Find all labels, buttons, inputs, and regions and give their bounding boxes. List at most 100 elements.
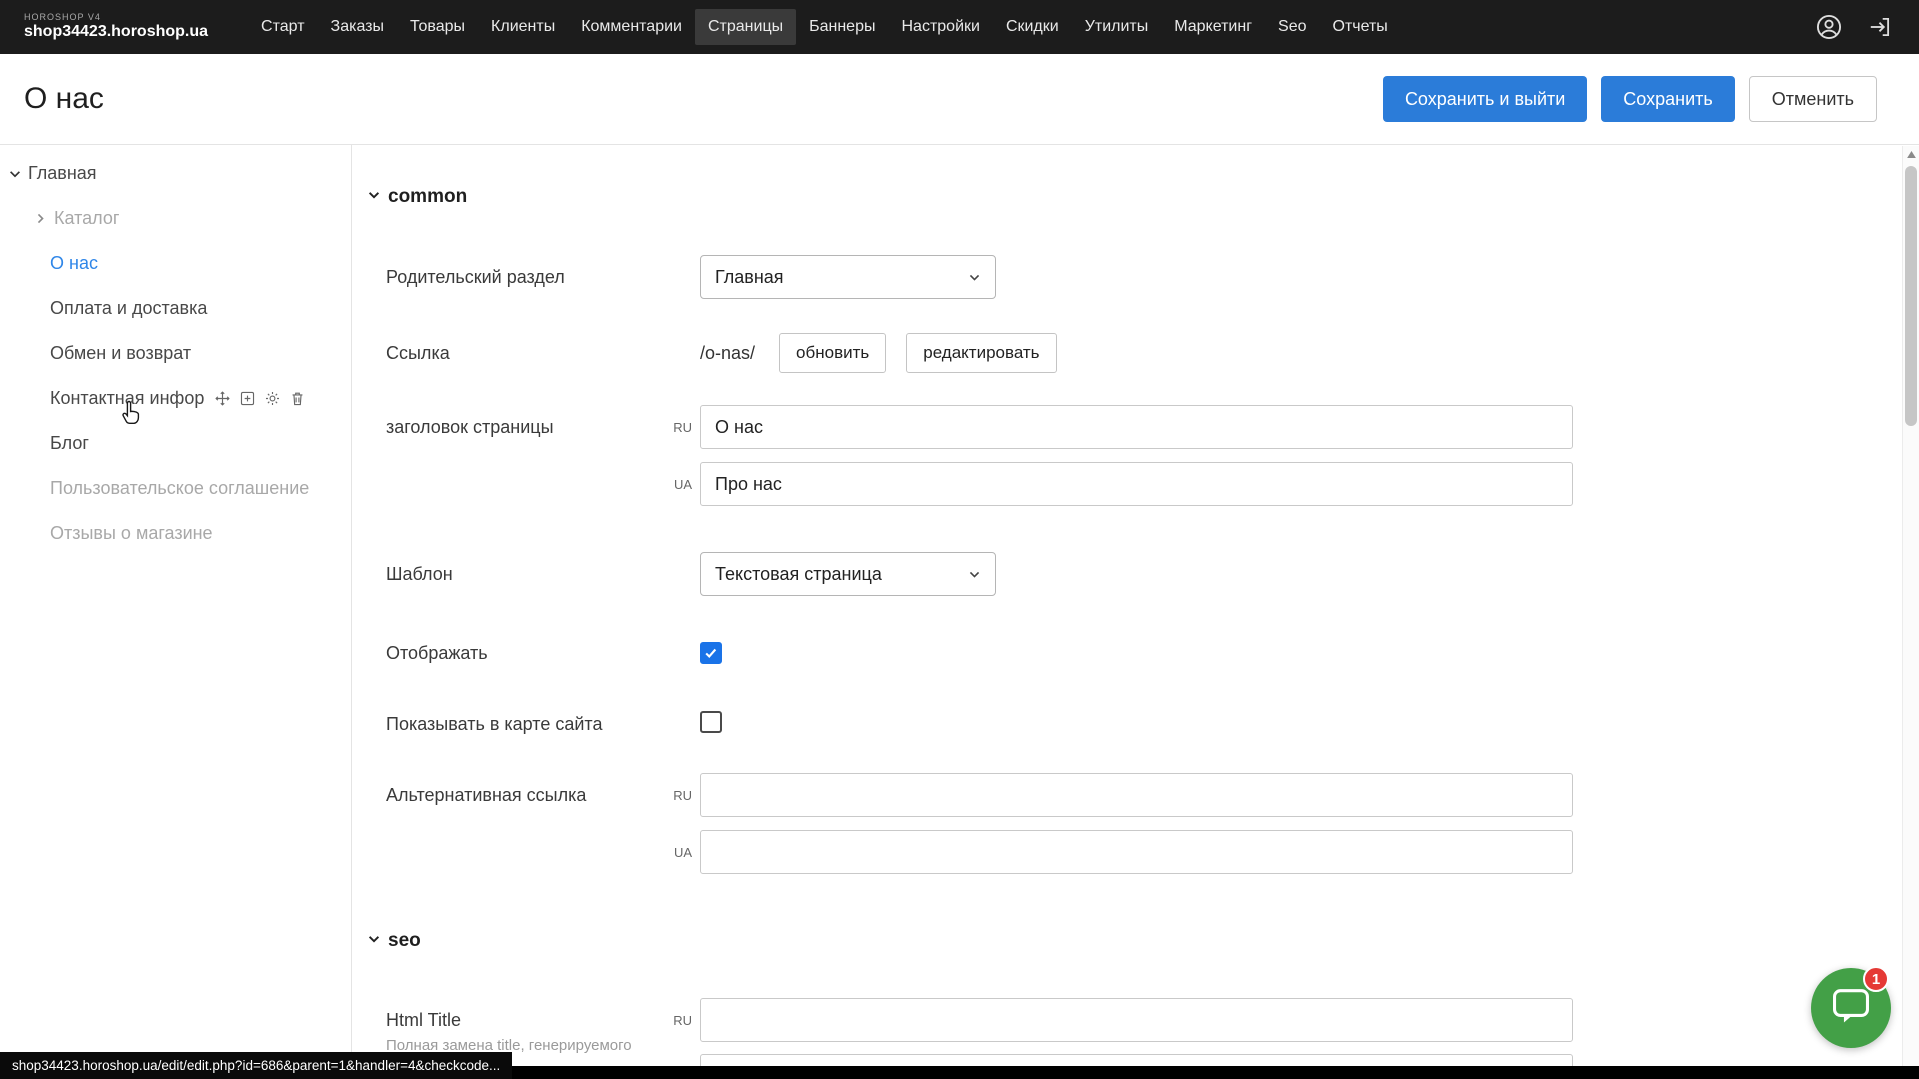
ua-badge: UA [664,845,692,860]
chevron-down-icon [367,186,381,208]
add-icon[interactable] [239,390,256,407]
nav-item-2[interactable]: Заказы [318,9,397,45]
nav-item-12[interactable]: Seo [1265,9,1319,45]
nav-item-7[interactable]: Баннеры [796,9,888,45]
sidebar-item-label: Оплата и доставка [50,298,207,319]
template-select[interactable]: Текстовая страница [700,552,996,596]
nav-item-4[interactable]: Клиенты [478,9,568,45]
brand[interactable]: HOROSHOP V4 shop34423.horoshop.ua [24,13,208,40]
sidebar-item-label: О нас [50,253,98,274]
page-title-row: заголовок страницы RU UA [352,405,1919,519]
nav-item-9[interactable]: Скидки [993,9,1072,45]
sidebar-item-label: Контактная инфор [50,388,204,409]
chevron-down-icon [968,568,981,581]
topnav-right [1815,13,1893,41]
sidebar-item-6[interactable]: Контактная инфор [0,376,351,421]
chevron-down-icon[interactable] [8,167,22,181]
sidebar-item-1[interactable]: Главная [0,151,351,196]
chat-widget-button[interactable]: 1 [1811,968,1891,1048]
scrollbar-thumb[interactable] [1905,166,1917,426]
save-and-exit-button[interactable]: Сохранить и выйти [1383,76,1587,122]
nav-item-6[interactable]: Страницы [695,9,796,45]
ru-badge: RU [664,420,692,435]
page-url-path: /o-nas/ [700,343,755,364]
nav-item-10[interactable]: Утилиты [1072,9,1162,45]
refresh-link-button[interactable]: обновить [779,333,886,373]
chat-unread-badge: 1 [1863,966,1889,992]
sidebar-item-label: Пользовательское соглашение [50,478,309,499]
display-label: Отображать [386,643,664,664]
sidebar-item-4[interactable]: Оплата и доставка [0,286,351,331]
link-label: Ссылка [386,343,664,364]
link-row: Ссылка /o-nas/ обновить редактировать [352,333,1919,373]
sitemap-row: Показывать в карте сайта [352,711,1919,738]
main-layout: Главная Каталог О нас Оплата и доставка Обме… [0,145,1919,1078]
link-status-bar: shop34423.horoshop.ua/edit/edit.php?id=6… [0,1052,512,1079]
parent-section-label: Родительский раздел [386,267,664,288]
settings-icon[interactable] [264,390,281,407]
template-label: Шаблон [386,564,664,585]
header-buttons: Сохранить и выйти Сохранить Отменить [1383,76,1877,122]
save-button[interactable]: Сохранить [1601,76,1734,122]
page-header: О нас Сохранить и выйти Сохранить Отмени… [0,54,1919,145]
move-icon[interactable] [214,390,231,407]
chevron-down-icon [968,271,981,284]
nav-item-11[interactable]: Маркетинг [1161,9,1265,45]
brand-domain: shop34423.horoshop.ua [24,23,208,41]
nav-item-5[interactable]: Комментарии [568,9,695,45]
vertical-scrollbar[interactable] [1902,146,1919,1079]
html-title-ru-input[interactable] [700,998,1573,1042]
section-common-label: common [388,186,467,208]
nav-item-1[interactable]: Старт [248,9,317,45]
tree-item-tools [214,390,306,407]
page-title: О нас [24,82,104,116]
section-common[interactable]: common [352,183,1919,211]
edit-link-button[interactable]: редактировать [906,333,1056,373]
scroll-up-arrow[interactable] [1903,146,1919,163]
sidebar-item-3[interactable]: О нас [0,241,351,286]
template-row: Шаблон Текстовая страница [352,552,1919,596]
sidebar-item-2[interactable]: Каталог [0,196,351,241]
alt-link-row: Альтернативная ссылка RU UA [352,773,1919,887]
display-checkbox[interactable] [700,642,722,664]
trash-icon[interactable] [289,390,306,407]
nav-item-13[interactable]: Отчеты [1320,9,1401,45]
section-seo-label: seo [388,930,421,952]
sidebar-item-label: Обмен и возврат [50,343,191,364]
alt-link-inputs: RU UA [664,773,1573,887]
sidebar-item-7[interactable]: Блог [0,421,351,466]
page-title-ua-input[interactable] [700,462,1573,506]
chevron-right-icon[interactable] [34,212,48,225]
alt-link-ru-input[interactable] [700,773,1573,817]
logout-icon[interactable] [1867,14,1893,40]
sidebar-item-label: Блог [50,433,89,454]
sitemap-checkbox[interactable] [700,711,722,733]
ua-badge: UA [664,477,692,492]
sidebar-item-5[interactable]: Обмен и возврат [0,331,351,376]
page-title-label: заголовок страницы [386,405,664,449]
template-value: Текстовая страница [715,564,882,585]
nav-item-3[interactable]: Товары [397,9,478,45]
sidebar-item-label: Главная [28,163,97,184]
ru-badge: RU [664,788,692,803]
parent-section-select[interactable]: Главная [700,255,996,299]
sidebar-item-9[interactable]: Отзывы о магазине [0,511,351,556]
cancel-button[interactable]: Отменить [1749,76,1877,122]
section-seo[interactable]: seo [352,927,1919,955]
sidebar-item-label: Каталог [54,208,119,229]
ru-badge: RU [664,1013,692,1028]
page-title-ru-input[interactable] [700,405,1573,449]
topnav-items: СтартЗаказыТоварыКлиентыКомментарииСтран… [248,0,1401,54]
html-title-label: Html Title [386,998,664,1042]
account-icon[interactable] [1815,13,1843,41]
sidebar-item-8[interactable]: Пользовательское соглашение [0,466,351,511]
nav-item-8[interactable]: Настройки [888,9,992,45]
top-navigation-bar: HOROSHOP V4 shop34423.horoshop.ua СтартЗ… [0,0,1919,54]
brand-version: HOROSHOP V4 [24,13,208,23]
parent-section-row: Родительский раздел Главная [352,255,1919,299]
chat-bubble-icon [1831,987,1871,1030]
page-title-inputs: RU UA [664,405,1573,519]
alt-link-ua-input[interactable] [700,830,1573,874]
alt-link-label: Альтернативная ссылка [386,773,664,817]
chevron-down-icon [367,930,381,952]
